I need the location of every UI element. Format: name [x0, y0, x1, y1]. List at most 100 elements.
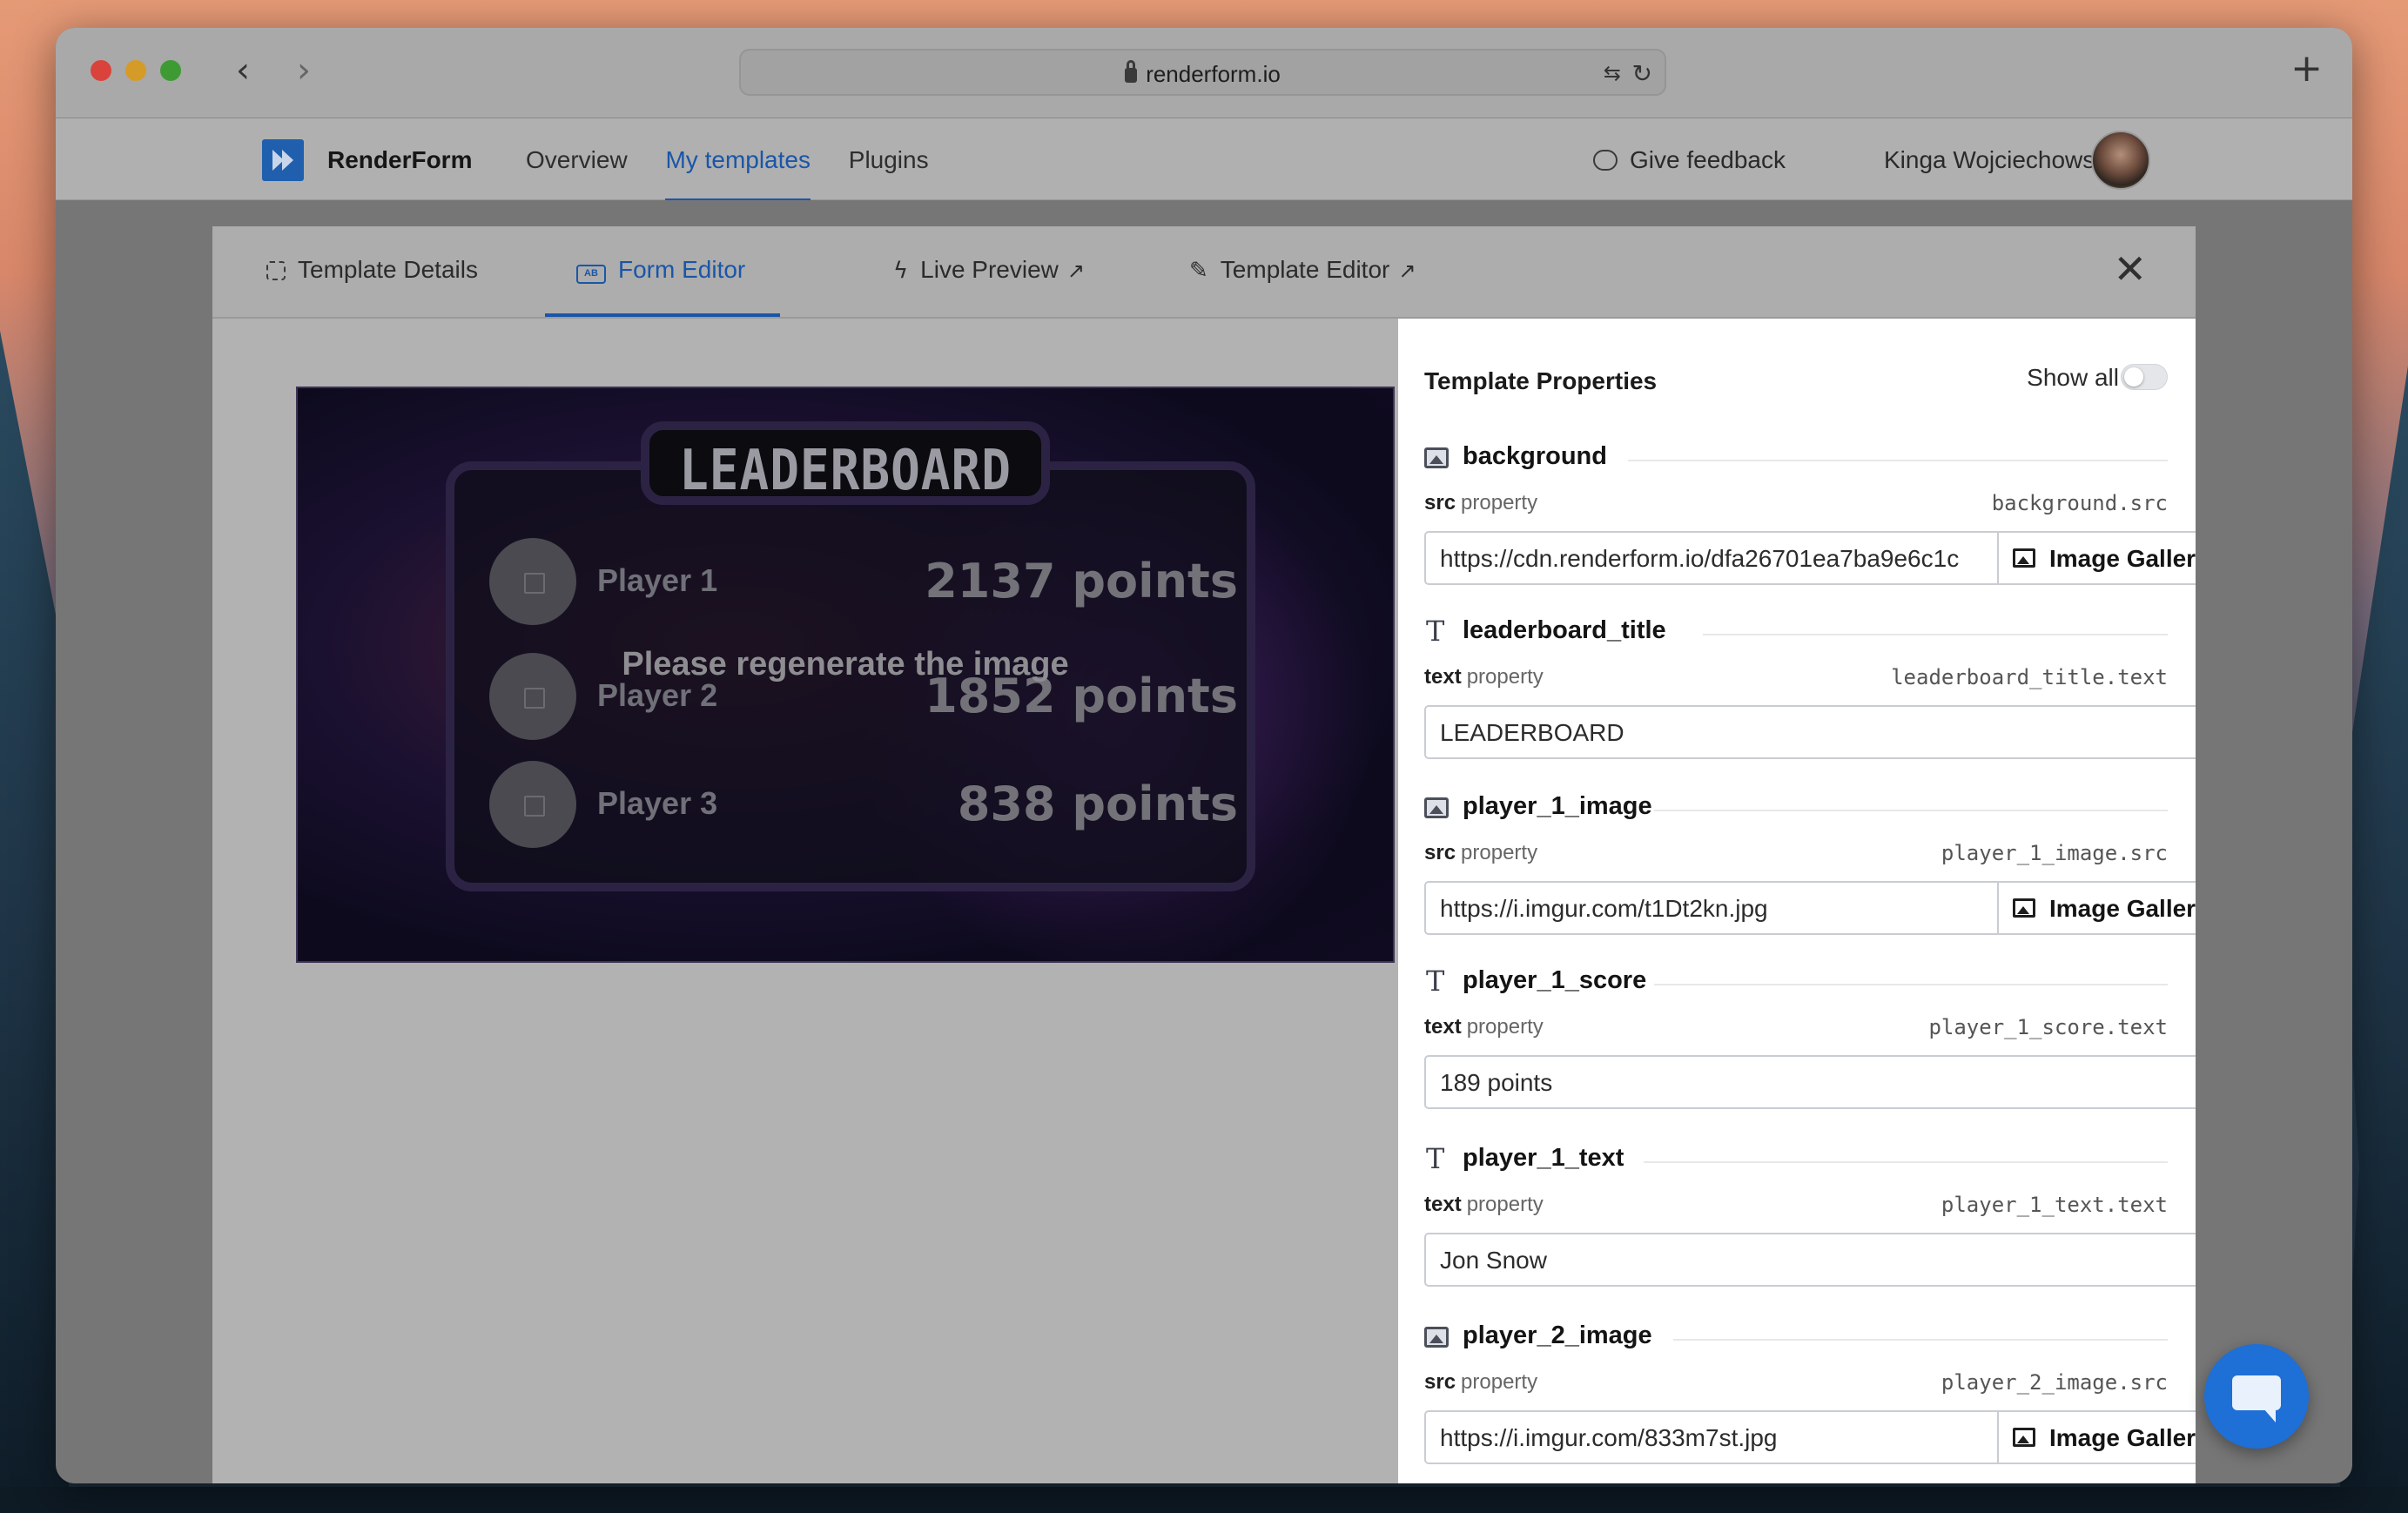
property-name: player_1_image: [1463, 792, 1652, 820]
close-icon[interactable]: ✕: [2113, 245, 2147, 293]
image-icon: [2013, 548, 2035, 568]
image-icon: [1424, 447, 1449, 468]
leaderboard-title-textarea[interactable]: LEADERBOARD: [1424, 705, 2196, 759]
property-word: property: [1466, 665, 1544, 689]
player-avatar: [489, 538, 576, 625]
player-avatar: [489, 761, 576, 848]
tab-template-editor[interactable]: ✎ Template Editor ↗: [1189, 256, 1416, 319]
new-tab-icon[interactable]: +: [2290, 47, 2323, 91]
minimize-window-button[interactable]: [125, 60, 146, 81]
tab-live-preview-label: Live Preview: [920, 256, 1059, 283]
renderform-logo-icon[interactable]: [262, 139, 304, 181]
brand-name[interactable]: RenderForm: [327, 146, 472, 174]
back-arrow-icon[interactable]: ‹: [221, 49, 265, 92]
divider: [1703, 634, 2168, 635]
property-key: text: [1424, 1193, 1462, 1216]
chat-icon: [2232, 1375, 2281, 1422]
property-key: src: [1424, 491, 1456, 514]
property-path: leaderboard_title.text: [1891, 665, 2168, 689]
image-icon: [2013, 1428, 2035, 1447]
property-name: player_1_score: [1463, 966, 1647, 994]
divider: [1673, 1339, 2168, 1341]
property-key: src: [1424, 1370, 1456, 1394]
nav-overview[interactable]: Overview: [526, 146, 628, 174]
give-feedback-button[interactable]: Give feedback: [1593, 146, 1786, 174]
input-value: https://i.imgur.com/833m7st.jpg: [1440, 1424, 1778, 1451]
input-value: https://i.imgur.com/t1Dt2kn.jpg: [1440, 895, 1768, 922]
text-type-icon: T: [1426, 965, 1445, 998]
toggle-knob: [2124, 367, 2143, 387]
template-preview-image: LEADERBOARD Player 1 2137 points Player …: [296, 387, 1395, 963]
properties-title: Template Properties: [1424, 367, 1658, 394]
leaderboard-title: LEADERBOARD: [679, 438, 1012, 503]
leaderboard-title-box: LEADERBOARD: [641, 421, 1050, 505]
tab-form-editor[interactable]: AB Form Editor: [576, 256, 745, 319]
player-1-score-textarea[interactable]: 189 points: [1424, 1055, 2196, 1109]
close-window-button[interactable]: [91, 60, 111, 81]
image-gallery-label: Image Gallery: [2049, 545, 2196, 572]
property-word: property: [1466, 1015, 1544, 1039]
dashed-square-icon: [266, 261, 286, 280]
property-word: property: [1461, 841, 1538, 864]
support-chat-button[interactable]: [2204, 1344, 2309, 1449]
main-nav: Overview My templates Plugins: [526, 146, 960, 202]
tab-live-preview[interactable]: ϟ Live Preview ↗: [893, 256, 1085, 319]
property-word: property: [1461, 1370, 1538, 1394]
image-gallery-button[interactable]: Image Gallery: [1997, 1410, 2196, 1464]
property-name: player_1_text: [1463, 1144, 1624, 1172]
avatar[interactable]: [2091, 131, 2150, 190]
property-background: background src property background.src htt…: [1424, 439, 2196, 585]
input-value: Jon Snow: [1440, 1247, 1547, 1274]
give-feedback-label: Give feedback: [1630, 146, 1786, 173]
divider: [1644, 1161, 2168, 1163]
url-text: renderform.io: [1146, 61, 1281, 87]
template-properties-panel: Template Properties Show all background …: [1398, 319, 2196, 1483]
browser-window: ‹ › renderform.io ⇆ ↻ + RenderForm Overv…: [56, 28, 2352, 1483]
image-icon: [2013, 898, 2035, 918]
url-display: renderform.io: [741, 60, 1665, 88]
image-gallery-button[interactable]: Image Gallery: [1997, 881, 2196, 935]
image-gallery-label: Image Gallery: [2049, 1424, 2196, 1451]
browser-titlebar: ‹ › renderform.io ⇆ ↻ +: [56, 28, 2352, 118]
tab-form-editor-label: Form Editor: [618, 256, 746, 283]
player-name: Player 1: [597, 562, 718, 598]
player-2-image-src-input[interactable]: https://i.imgur.com/833m7st.jpg Image Ga…: [1424, 1410, 2196, 1464]
input-value: 189 points: [1440, 1069, 1553, 1096]
image-gallery-button[interactable]: Image Gallery: [1997, 531, 2196, 585]
property-path: player_2_image.src: [1941, 1370, 2168, 1395]
show-all-toggle[interactable]: [2121, 364, 2168, 390]
forward-arrow-icon[interactable]: ›: [282, 49, 326, 92]
text-type-icon: T: [1426, 615, 1445, 648]
app-header: RenderForm Overview My templates Plugins…: [56, 118, 2352, 202]
player-score: 2137 points: [925, 554, 1238, 609]
player-1-image-src-input[interactable]: https://i.imgur.com/t1Dt2kn.jpg Image Ga…: [1424, 881, 2196, 935]
tab-template-details[interactable]: Template Details: [266, 256, 478, 319]
lightning-icon: ϟ: [893, 258, 909, 284]
translate-icon[interactable]: ⇆: [1604, 61, 1621, 85]
property-path: player_1_image.src: [1941, 841, 2168, 865]
image-icon: [1424, 1327, 1449, 1348]
divider: [1628, 460, 2168, 461]
background-src-input[interactable]: https://cdn.renderform.io/dfa26701ea7ba9…: [1424, 531, 2196, 585]
image-gallery-label: Image Gallery: [2049, 895, 2196, 922]
external-link-icon: ↗: [1398, 259, 1416, 283]
external-link-icon: ↗: [1066, 259, 1085, 283]
zoom-window-button[interactable]: [160, 60, 181, 81]
reload-icon[interactable]: ↻: [1632, 59, 1652, 88]
player-1-text-textarea[interactable]: Jon Snow: [1424, 1233, 2196, 1287]
tab-template-editor-label: Template Editor: [1220, 256, 1390, 283]
chat-bubble-icon: [1593, 150, 1618, 171]
nav-my-templates[interactable]: My templates: [665, 146, 811, 202]
active-tab-indicator: [545, 313, 780, 317]
property-leaderboard-title: Tleaderboard_title text property leaderboa…: [1424, 613, 2196, 759]
property-word: property: [1466, 1193, 1544, 1216]
property-path: background.src: [1991, 491, 2168, 515]
property-word: property: [1461, 491, 1538, 514]
address-bar[interactable]: renderform.io ⇆ ↻: [739, 49, 1666, 96]
lock-icon: [1125, 60, 1138, 83]
nav-plugins[interactable]: Plugins: [849, 146, 929, 174]
user-name[interactable]: Kinga Wojciechowska: [1884, 146, 2121, 174]
property-player-1-score: Tplayer_1_score text property player_1_sco…: [1424, 963, 2196, 1109]
property-name: leaderboard_title: [1463, 616, 1666, 644]
property-key: text: [1424, 1015, 1462, 1039]
